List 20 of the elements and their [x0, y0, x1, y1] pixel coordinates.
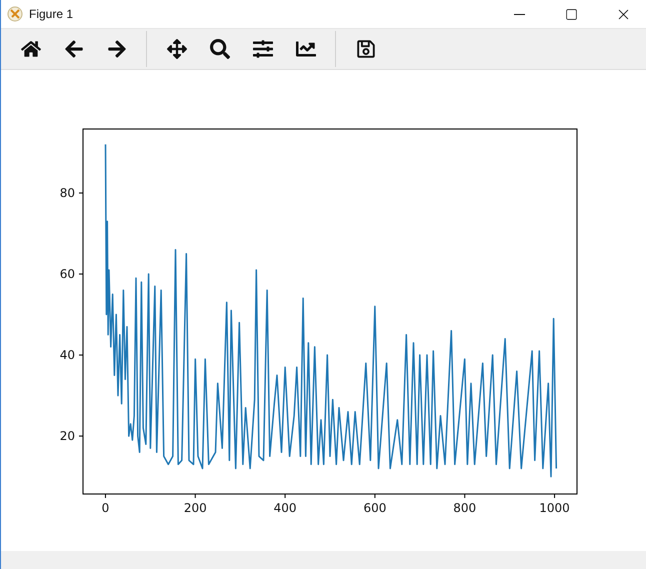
y-tick-label: 60: [60, 267, 75, 282]
arrow-right-icon: [106, 39, 126, 59]
x-tick-label: 0: [102, 501, 110, 515]
app-icon: [7, 6, 23, 22]
y-tick-label: 80: [60, 186, 75, 200]
arrow-left-icon: [64, 39, 84, 59]
y-tick-label: 20: [60, 429, 75, 444]
move-arrows-icon: [166, 39, 186, 59]
line-chart-icon: [296, 39, 316, 59]
x-tick-label: 800: [453, 501, 476, 515]
x-tick-label: 1000: [539, 501, 570, 515]
maximize-icon: [564, 8, 578, 20]
window-title: Figure 1: [29, 7, 74, 21]
search-icon: [210, 39, 230, 59]
x-tick-label: 200: [184, 501, 207, 515]
home-icon: [20, 39, 40, 59]
x-tick-label: 600: [363, 501, 386, 515]
y-tick-label: 40: [60, 348, 75, 362]
x-tick-label: 400: [274, 501, 297, 515]
sliders-icon: [252, 39, 272, 59]
